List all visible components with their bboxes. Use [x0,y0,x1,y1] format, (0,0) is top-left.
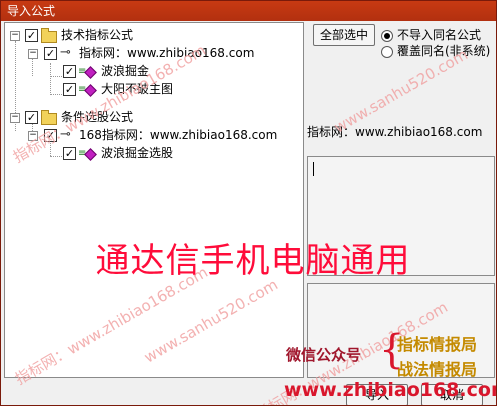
select-all-button[interactable]: 全部选中 [313,24,375,46]
promo-headline: 通达信手机电脑通用 [95,241,411,281]
checkbox-checked[interactable]: ✓ [63,83,76,96]
window-title: 导入公式 [1,1,496,21]
tree-node-label: 技术指标公式 [61,28,134,42]
checkbox-checked[interactable]: ✓ [63,65,76,78]
option-skip-duplicates[interactable]: 不导入同名公式 [381,27,481,43]
promo-site-url: www.zhibiao168.com [284,379,497,401]
key-icon: ⊸ [60,45,71,60]
account-name: 战法情报局 [397,360,478,379]
checkbox-checked[interactable]: ✓ [25,111,38,124]
radio-unselected-icon[interactable] [381,45,393,58]
tree-node-label: 波浪掘金选股 [101,146,174,160]
account-name: 指标情报局 [397,335,478,354]
radio-selected-icon[interactable] [381,29,393,42]
text-caret [313,162,314,176]
wechat-label: 微信公众号 [286,346,362,364]
collapse-icon[interactable]: − [28,49,38,59]
tree-node-technical-indicators[interactable]: − ✓ 技术指标公式 [7,26,297,44]
option-overwrite-duplicates[interactable]: 覆盖同名(非系统) [381,43,490,59]
checkbox-checked[interactable]: ✓ [25,29,38,42]
checkbox-checked[interactable]: ✓ [63,147,76,160]
folder-icon [41,28,57,43]
tree-node-source-site[interactable]: − ✓ ⊸ 指标网：www.zhibiao168.com [7,44,297,62]
collapse-icon[interactable]: − [10,31,20,41]
collapse-icon[interactable]: − [10,113,20,123]
tree-node-label: 168指标网：www.zhibiao168.com [79,128,278,142]
option-label: 不导入同名公式 [397,28,482,42]
tree-node-screening-formulas[interactable]: − ✓ 条件选股公式 [7,108,297,126]
checkbox-checked[interactable]: ✓ [44,47,57,60]
import-formula-dialog: 导入公式 − ✓ 技术指标公式 − ✓ ⊸ 指标网：www.zhibiao168… [0,0,497,406]
